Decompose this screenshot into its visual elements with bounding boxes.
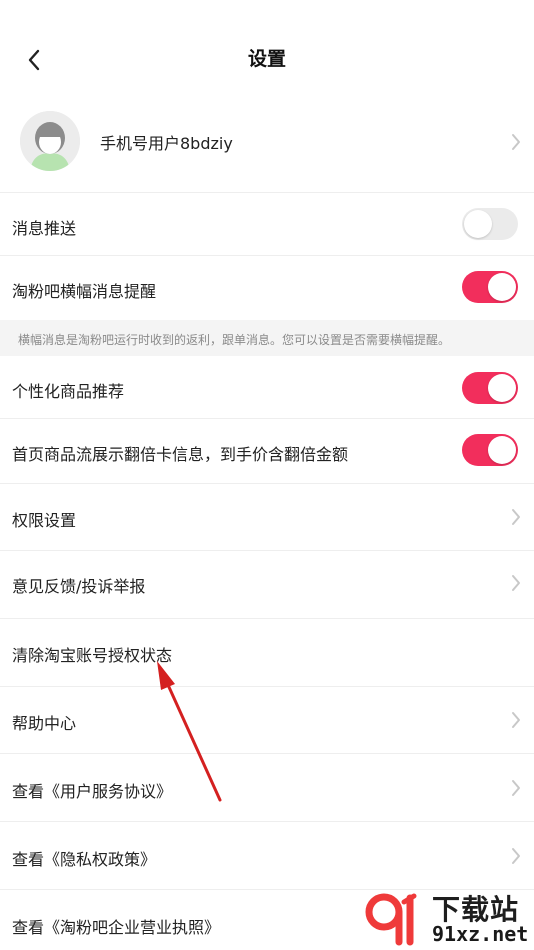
push-notification-toggle[interactable] bbox=[462, 208, 518, 240]
banner-reminder-label: 淘粉吧横幅消息提醒 bbox=[12, 282, 157, 301]
clear-taobao-auth-label: 清除淘宝账号授权状态 bbox=[12, 646, 173, 665]
permission-settings-row[interactable]: 权限设置 bbox=[0, 484, 534, 550]
help-center-row[interactable]: 帮助中心 bbox=[0, 687, 534, 753]
personalized-recommend-toggle[interactable] bbox=[462, 372, 518, 404]
profile-row[interactable]: 手机号用户8bdziy bbox=[0, 110, 534, 192]
banner-reminder-row: 淘粉吧横幅消息提醒 bbox=[0, 256, 534, 320]
user-agreement-label: 查看《用户服务协议》 bbox=[12, 782, 173, 801]
banner-reminder-toggle[interactable] bbox=[462, 271, 518, 303]
chevron-right-icon bbox=[512, 712, 520, 728]
watermark-logo: 下载站 91xz.net bbox=[360, 884, 534, 950]
banner-note: 横幅消息是淘粉吧运行时收到的返利，跟单消息。您可以设置是否需要横幅提醒。 bbox=[0, 320, 534, 356]
chevron-right-icon bbox=[512, 134, 520, 150]
watermark-domain: 91xz.net bbox=[432, 922, 529, 946]
chevron-right-icon bbox=[512, 509, 520, 525]
feedback-label: 意见反馈/投诉举报 bbox=[12, 577, 146, 596]
personalized-recommend-label: 个性化商品推荐 bbox=[12, 382, 125, 401]
page-title: 设置 bbox=[247, 48, 286, 70]
feedback-row[interactable]: 意见反馈/投诉举报 bbox=[0, 551, 534, 618]
business-license-label: 查看《淘粉吧企业营业执照》 bbox=[12, 918, 221, 937]
toggle-knob bbox=[488, 273, 516, 301]
chevron-right-icon bbox=[512, 575, 520, 591]
toggle-knob bbox=[464, 210, 492, 238]
avatar[interactable] bbox=[20, 111, 80, 171]
privacy-policy-label: 查看《隐私权政策》 bbox=[12, 850, 157, 869]
chevron-right-icon bbox=[512, 780, 520, 796]
push-notification-label: 消息推送 bbox=[12, 219, 77, 238]
help-center-label: 帮助中心 bbox=[12, 714, 77, 733]
clear-taobao-auth-row[interactable]: 清除淘宝账号授权状态 bbox=[0, 619, 534, 686]
double-card-label: 首页商品流展示翻倍卡信息，到手价含翻倍金额 bbox=[12, 445, 349, 464]
personalized-recommend-row: 个性化商品推荐 bbox=[0, 356, 534, 418]
user-agreement-row[interactable]: 查看《用户服务协议》 bbox=[0, 754, 534, 821]
push-notification-row: 消息推送 bbox=[0, 193, 534, 255]
avatar-icon bbox=[20, 111, 80, 171]
watermark-mark-icon bbox=[365, 893, 417, 946]
toggle-knob bbox=[488, 374, 516, 402]
banner-note-text: 横幅消息是淘粉吧运行时收到的返利，跟单消息。您可以设置是否需要横幅提醒。 bbox=[18, 333, 451, 347]
privacy-policy-row[interactable]: 查看《隐私权政策》 bbox=[0, 822, 534, 889]
top-bar: 设置 bbox=[0, 0, 534, 118]
chevron-right-icon bbox=[512, 848, 520, 864]
profile-name: 手机号用户8bdziy bbox=[100, 134, 233, 153]
permission-settings-label: 权限设置 bbox=[12, 511, 77, 530]
double-card-row: 首页商品流展示翻倍卡信息，到手价含翻倍金额 bbox=[0, 419, 534, 483]
double-card-toggle[interactable] bbox=[462, 434, 518, 466]
toggle-knob bbox=[488, 436, 516, 464]
